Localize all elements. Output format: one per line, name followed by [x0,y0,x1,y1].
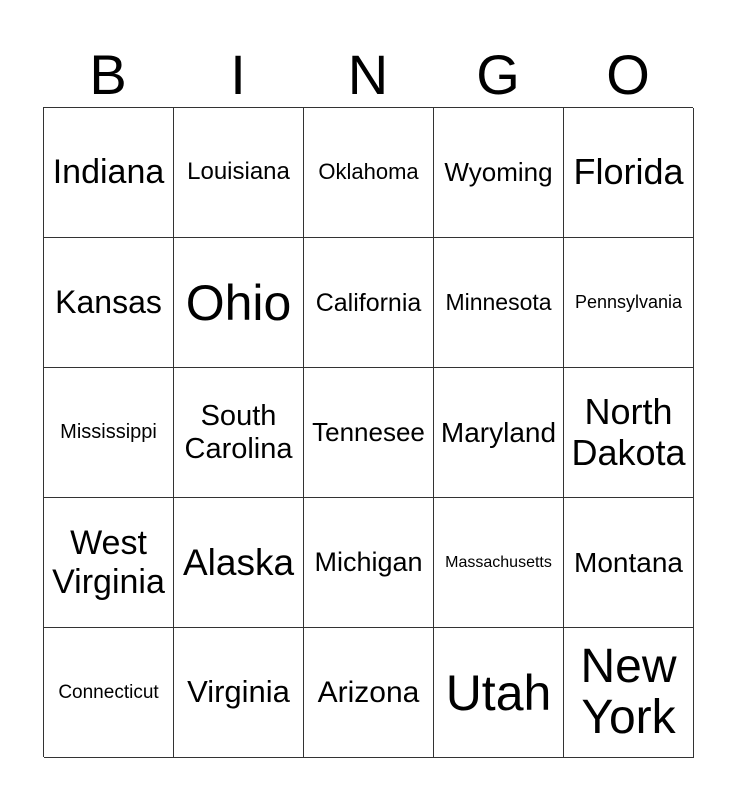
bingo-cell[interactable]: Utah [434,628,564,758]
header-letter-i: I [230,43,246,106]
bingo-cell[interactable]: California [304,238,434,368]
bingo-cell[interactable]: New York [564,628,694,758]
bingo-header: B I N G O [43,44,693,106]
bingo-cell[interactable]: Tennesee [304,368,434,498]
bingo-cell[interactable]: Michigan [304,498,434,628]
bingo-cell[interactable]: Minnesota [434,238,564,368]
bingo-cell[interactable]: Connecticut [44,628,174,758]
bingo-cell[interactable]: Alaska [174,498,304,628]
bingo-grid: Indiana Louisiana Oklahoma Wyoming Flori… [43,107,694,758]
header-letter-o: O [606,43,650,106]
header-letter-n: N [347,43,389,106]
bingo-cell[interactable]: Arizona [304,628,434,758]
bingo-cell[interactable]: Indiana [44,108,174,238]
bingo-cell[interactable]: South Carolina [174,368,304,498]
bingo-cell[interactable]: Massachusetts [434,498,564,628]
bingo-cell[interactable]: Virginia [174,628,304,758]
bingo-cell[interactable]: Louisiana [174,108,304,238]
bingo-cell[interactable]: Ohio [174,238,304,368]
bingo-cell[interactable]: North Dakota [564,368,694,498]
bingo-cell[interactable]: Pennsylvania [564,238,694,368]
bingo-cell[interactable]: West Virginia [44,498,174,628]
header-letter-g: G [476,43,520,106]
bingo-cell[interactable]: Oklahoma [304,108,434,238]
bingo-cell[interactable]: Wyoming [434,108,564,238]
bingo-cell[interactable]: Montana [564,498,694,628]
bingo-cell[interactable]: Kansas [44,238,174,368]
bingo-cell[interactable]: Maryland [434,368,564,498]
bingo-cell[interactable]: Florida [564,108,694,238]
header-letter-b: B [89,43,127,106]
bingo-cell[interactable]: Mississippi [44,368,174,498]
